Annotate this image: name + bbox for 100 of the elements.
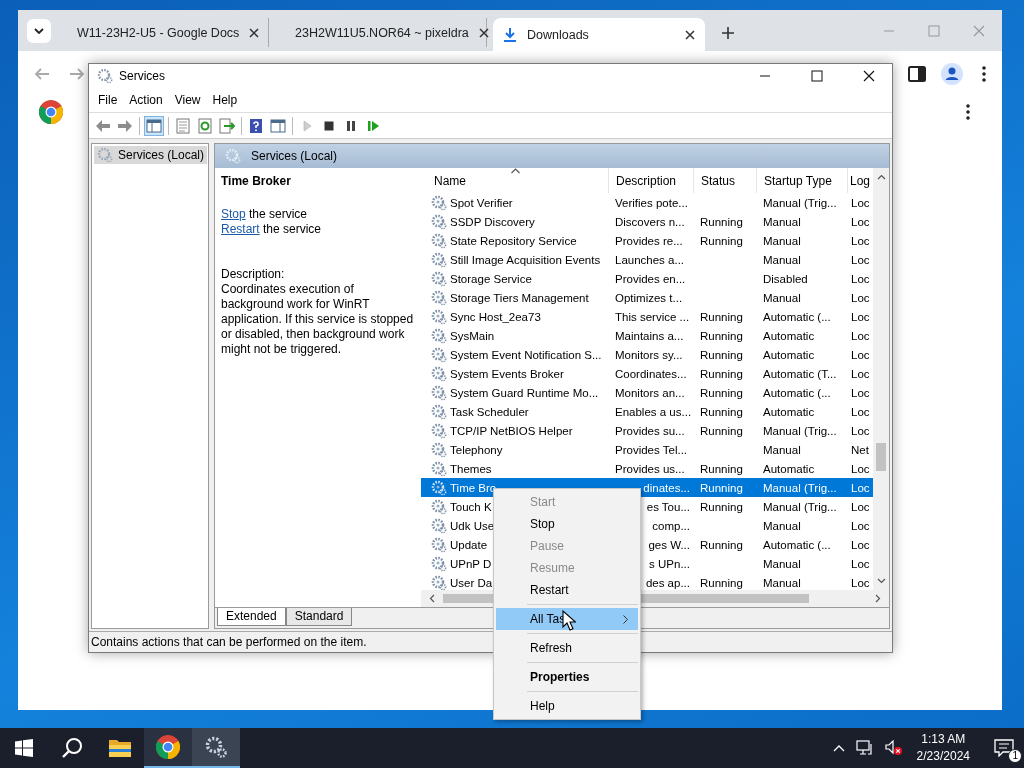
table-cell: System Events Broker xyxy=(450,367,564,380)
service-action-link[interactable]: Restart xyxy=(221,222,260,236)
table-cell: Provides en... xyxy=(615,272,686,285)
network-icon[interactable] xyxy=(855,740,874,756)
view-tab[interactable]: Standard xyxy=(285,608,353,626)
browser-tab[interactable]: W11-23H2-U5 - Google Docs xyxy=(57,18,269,47)
table-cell: Running xyxy=(700,538,743,551)
view-tab[interactable]: Extended xyxy=(217,608,286,626)
window-title: Services xyxy=(119,69,165,83)
table-cell: Running xyxy=(700,405,743,418)
column-header[interactable]: Description xyxy=(609,168,694,193)
services-taskbar-button[interactable] xyxy=(192,728,240,768)
gear-icon xyxy=(97,68,113,84)
chrome-taskbar-button[interactable] xyxy=(144,728,192,768)
menu-item[interactable]: Properties xyxy=(496,666,638,688)
menu-item[interactable]: Help xyxy=(206,91,244,109)
browser-tab[interactable]: Downloads xyxy=(493,18,705,51)
table-cell: Optimizes t... xyxy=(615,291,683,304)
service-name: Time Broker xyxy=(221,174,292,189)
scroll-left-icon[interactable] xyxy=(429,594,435,603)
notification-icon[interactable] xyxy=(994,739,1014,757)
vertical-scrollbar[interactable] xyxy=(873,168,889,590)
service-action-link[interactable]: Stop xyxy=(221,207,246,221)
help-icon xyxy=(248,117,264,134)
caret-icon xyxy=(34,28,44,34)
status-text: Contains actions that can be performed on the item. xyxy=(91,635,367,649)
browser-tab[interactable]: 23H2W11U5.NOR64 ~ pixeldra xyxy=(275,18,487,47)
search-icon xyxy=(61,737,83,759)
gear-icon xyxy=(431,365,447,382)
table-cell: Loc xyxy=(851,538,870,551)
export-button[interactable] xyxy=(217,115,237,136)
table-cell: Loc xyxy=(851,291,870,304)
table-cell: Loc xyxy=(851,367,870,380)
table-cell: Loc xyxy=(851,196,870,209)
table-cell: This service ... xyxy=(615,310,690,323)
scroll-down-icon[interactable] xyxy=(876,578,886,584)
table-cell: Loc xyxy=(851,253,870,266)
gear-icon xyxy=(431,460,447,477)
table-cell: Task Scheduler xyxy=(450,405,529,418)
table-cell: Loc xyxy=(851,481,870,494)
gear-icon xyxy=(431,498,447,515)
table-cell: SysMain xyxy=(450,329,495,342)
table-cell: Running xyxy=(700,576,743,589)
chevron-up-icon[interactable] xyxy=(832,744,845,752)
table-cell: Running xyxy=(700,215,743,228)
tree-item[interactable]: Services (Local) xyxy=(94,146,208,164)
new-tab-icon[interactable] xyxy=(721,26,735,40)
table-cell: Running xyxy=(700,386,743,399)
table-cell: Manual xyxy=(763,443,801,456)
menu-item[interactable]: Stop xyxy=(496,513,638,535)
column-header[interactable]: Status xyxy=(694,168,757,193)
table-cell: Provides us... xyxy=(615,462,685,475)
scrollbar-thumb[interactable] xyxy=(876,443,886,471)
gear-icon xyxy=(431,194,447,211)
volume-muted-icon[interactable] xyxy=(884,740,903,756)
table-cell: Running xyxy=(700,367,743,380)
forward-icon[interactable] xyxy=(69,66,85,82)
table-cell: Manual (Trig... xyxy=(763,196,837,209)
menu-item[interactable]: Restart xyxy=(496,579,638,601)
table-cell: Running xyxy=(700,348,743,361)
menu-item[interactable]: View xyxy=(168,91,207,109)
table-cell: Loc xyxy=(851,576,870,589)
maximize-icon[interactable] xyxy=(811,70,823,82)
close-icon[interactable] xyxy=(685,29,695,40)
table-cell: Manual xyxy=(763,557,801,570)
gear-icon xyxy=(97,147,113,163)
table-cell: des ap... xyxy=(645,576,690,589)
menu-item[interactable]: Action xyxy=(123,91,169,109)
gear-icon xyxy=(431,213,447,230)
close-icon[interactable] xyxy=(863,70,875,82)
menu-item[interactable]: Refresh xyxy=(496,637,638,659)
table-cell: Loc xyxy=(851,348,870,361)
tab-search-button[interactable] xyxy=(27,19,51,43)
gear-icon xyxy=(431,479,447,496)
scroll-up-icon[interactable] xyxy=(876,174,886,180)
table-cell: Manual (Trig... xyxy=(763,481,837,494)
menu-icon[interactable] xyxy=(966,104,970,120)
menu-item[interactable]: Help xyxy=(496,695,638,717)
menu-icon[interactable] xyxy=(982,66,986,82)
close-icon[interactable] xyxy=(249,27,260,38)
close-icon[interactable] xyxy=(478,27,489,38)
column-header[interactable]: Log xyxy=(848,168,873,193)
column-header[interactable]: Name xyxy=(421,168,609,193)
table-cell: Spot Verifier xyxy=(450,196,513,209)
table-cell: Running xyxy=(700,500,743,513)
column-header[interactable]: Startup Type xyxy=(757,168,848,193)
menu-item[interactable]: File xyxy=(92,91,124,109)
side-panel-icon[interactable] xyxy=(908,66,926,82)
profile-icon[interactable] xyxy=(941,63,963,85)
table-cell: Automatic (... xyxy=(763,310,831,323)
table-cell: Automatic (T... xyxy=(763,367,837,380)
table-cell: s UPn... xyxy=(649,557,690,570)
tree-button[interactable] xyxy=(144,115,164,136)
scroll-right-icon[interactable] xyxy=(875,594,881,603)
download-icon xyxy=(503,26,517,43)
sheet-icon xyxy=(175,117,191,134)
pane-title: Services (Local) xyxy=(251,149,338,163)
table-cell: Running xyxy=(700,462,743,475)
table-cell: Loc xyxy=(851,557,870,570)
refresh-button[interactable] xyxy=(195,115,215,136)
